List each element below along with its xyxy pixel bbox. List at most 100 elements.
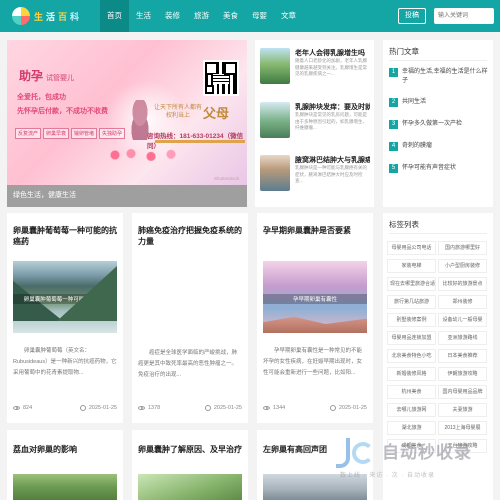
hot-article-item[interactable]: 1 幸福的生活,幸福的生活是什么样子 [389,68,489,86]
tag-link[interactable]: 比较好的旅游景点 [438,277,487,291]
article-card[interactable]: 孕早期卵巢囊肿是否要紧 孕早期卵巢有囊性 孕早期卵巢有囊性是一种常见的不能坏孕的… [257,213,373,423]
tag-link[interactable]: 亚洲旅游路线 [438,331,487,345]
hot-article-link[interactable]: 怀孕可能有声音症状 [402,164,456,173]
tag-link[interactable]: 日本美食推荐 [438,349,487,363]
banner-line-1: 全爱托，包成功 [17,94,66,101]
nav-item-food[interactable]: 美食 [216,0,245,32]
list-item-title[interactable]: 乳腺肿块发痒：要及时就医 [295,102,370,112]
divider [389,233,487,234]
rank-badge: 3 [389,120,398,129]
featured-list: 老年人会得乳腺增生吗 随着人口老龄化的加剧，老年人乳腺健康越来越受到关注。乳腺增… [255,40,374,207]
article-card[interactable]: 肺癌免疫治疗把握免疫系统的力量 癌症是全球医学面临的严峻挑战，肺癌更是其中致死率… [132,213,248,423]
banner-phone: 咨询热线：181-633-01234（微信同） [147,133,244,150]
nav-item-maternal[interactable]: 母婴 [245,0,274,32]
tag-link[interactable]: 小户型厨房装修 [438,259,487,273]
search-input[interactable] [434,8,494,24]
hot-article-link[interactable]: 幸福的生活,幸福的生活是什么样子 [402,68,489,86]
watermark-subtitle: 数上线 · 来访 · 次 · 自动收录 [340,473,435,479]
hot-article-item[interactable]: 4 奇刺的膜瘤 [389,142,489,151]
tag-link[interactable]: 现在去哪里旅游合适 [387,277,436,291]
logo-text: 生活百科 [34,11,83,22]
nav-item-articles[interactable]: 文章 [274,0,303,32]
tag-link[interactable]: 别墅装修案例 [387,313,436,327]
tag-link[interactable]: 杭州美食 [387,385,436,399]
tag-link[interactable]: 国内母婴用品品牌 [438,385,487,399]
article-image[interactable]: 孕早期卵巢有囊性 [263,261,367,333]
list-item-title[interactable]: 老年人会得乳腺增生吗 [295,48,370,58]
article-meta: 1378 2025-01-25 [138,405,242,411]
hot-article-link[interactable]: 怀孕多久做第一次产检 [402,120,462,129]
tag-link[interactable]: 设备幼儿一般母婴 [438,313,487,327]
list-item-summary: 乳腺肿块是一种可能与乳腺癌有关的症状，腋窝淋巴结肿大时应及时检查... [295,165,367,183]
article-card[interactable]: 卵巢囊肿葡萄莓一种可能的抗癌药 卵巢囊肿葡萄莓一种可能的抗癌药 卵巢囊肿葡萄莓（… [7,213,123,423]
tag-link[interactable]: 母婴用品连锁加盟 [387,331,436,345]
banner-line-2: 先怀孕后付款，不成功不收费 [17,108,108,115]
nav-item-home[interactable]: 首页 [100,0,129,32]
rank-badge: 4 [389,142,398,151]
hot-articles-title: 热门文章 [389,47,419,56]
qr-code-icon [203,60,239,96]
banner-caption[interactable]: 绿色生活，健康生活 [7,185,247,207]
view-count: 1378 [148,405,161,411]
logo-icon [12,7,30,25]
clock-icon [79,405,86,411]
tag-link[interactable]: 夫妻旅游 [438,403,487,417]
banner-parents: 父母 [203,106,230,121]
view-count: 1344 [273,405,286,411]
list-item-thumbnail[interactable] [260,48,290,84]
list-item[interactable]: 老年人会得乳腺增生吗 随着人口老龄化的加剧，老年人乳腺健康越来越受到关注。乳腺增… [260,44,370,90]
clock-icon [329,405,336,411]
nav-item-travel[interactable]: 旅游 [187,0,216,32]
tag-link[interactable]: 郑州装修 [438,295,487,309]
banner-tag: 反复流产 [15,128,42,139]
tag-link[interactable]: 国内旅游哪里好 [438,241,487,255]
tag-link[interactable]: 北京美食特色小吃 [387,349,436,363]
view-count: 824 [23,405,33,411]
nav-item-decoration[interactable]: 装修 [158,0,187,32]
article-card[interactable]: 荔血对卵巢的影响 [7,430,123,500]
publish-date: 2025-01-25 [88,405,117,411]
article-title[interactable]: 卵巢囊肿葡萄莓一种可能的抗癌药 [13,225,117,247]
tag-link[interactable]: 新婚装修风格 [387,367,436,381]
article-title[interactable]: 荔血对卵巢的影响 [13,444,117,455]
image-caption: 孕早期卵巢有囊性 [263,294,367,304]
list-item-title[interactable]: 腋窝淋巴结肿大与乳腺癌 [295,155,370,165]
list-item[interactable]: 乳腺肿块发痒：要及时就医 乳腺肿块是常见的乳房问题，可能是由于多种原因引起的，如… [260,98,370,144]
article-card[interactable]: 卵巢囊肿了解原因、及早治疗 [132,430,248,500]
article-title[interactable]: 肺癌免疫治疗把握免疫系统的力量 [138,225,242,247]
article-meta: 1344 2025-01-25 [263,405,367,411]
list-item-thumbnail[interactable] [260,155,290,191]
rank-badge: 2 [389,98,398,107]
list-item-summary: 随着人口老龄化的加剧，老年人乳腺健康越来越受到关注。乳腺增生是常见的乳腺疾病之一… [295,58,367,76]
hot-article-link[interactable]: 奇刺的膜瘤 [402,142,432,151]
tag-link[interactable]: 伊朗旅游攻略 [438,367,487,381]
list-item-thumbnail[interactable] [260,102,290,138]
list-item[interactable]: 腋窝淋巴结肿大与乳腺癌 乳腺肿块是一种可能与乳腺癌有关的症状，腋窝淋巴结肿大时应… [260,151,370,197]
article-image[interactable] [138,474,242,500]
hero-banner[interactable]: 助孕 试管婴儿 全爱托，包成功 先怀孕后付款，不成功不收费 反复流产 卵巢早衰 输… [7,40,247,207]
clock-icon [204,405,211,411]
hot-article-link[interactable]: 共同生活 [402,98,426,107]
site-watermark: 自动秒收录 数上线 · 来访 · 次 · 自动收录 [320,432,490,482]
publish-date: 2025-01-25 [338,405,367,411]
article-image[interactable] [13,474,117,500]
eye-icon [138,406,145,410]
hot-article-item[interactable]: 2 共同生活 [389,98,489,107]
article-title[interactable]: 卵巢囊肿了解原因、及早治疗 [138,444,242,455]
article-title[interactable]: 孕早期卵巢囊肿是否要紧 [263,225,367,236]
article-image[interactable]: 卵巢囊肿葡萄莓一种可能的抗癌药 [13,261,117,333]
hot-article-item[interactable]: 3 怀孕多久做第一次产检 [389,120,489,129]
submit-article-button[interactable]: 投稿 [398,8,426,24]
tag-link[interactable]: 旅行第几站旅游 [387,295,436,309]
hot-articles-panel: 热门文章 1 幸福的生活,幸福的生活是什么样子 2 共同生活 3 怀孕多久做第一… [383,40,493,207]
image-caption: 卵巢囊肿葡萄莓一种可能的抗癌药 [13,294,117,304]
eye-icon [263,406,270,410]
banner-watermark: Shutterstock [213,176,239,181]
tag-link[interactable]: 母婴用品公司电话 [387,241,436,255]
tag-link[interactable]: 家装电梯 [387,259,436,273]
nav-item-life[interactable]: 生活 [129,0,158,32]
watermark-logo-icon [334,436,376,472]
site-logo[interactable]: 生活百科 [12,4,90,28]
hot-article-item[interactable]: 5 怀孕可能有声音症状 [389,164,489,173]
tag-link[interactable]: 去哪儿旅游网 [387,403,436,417]
